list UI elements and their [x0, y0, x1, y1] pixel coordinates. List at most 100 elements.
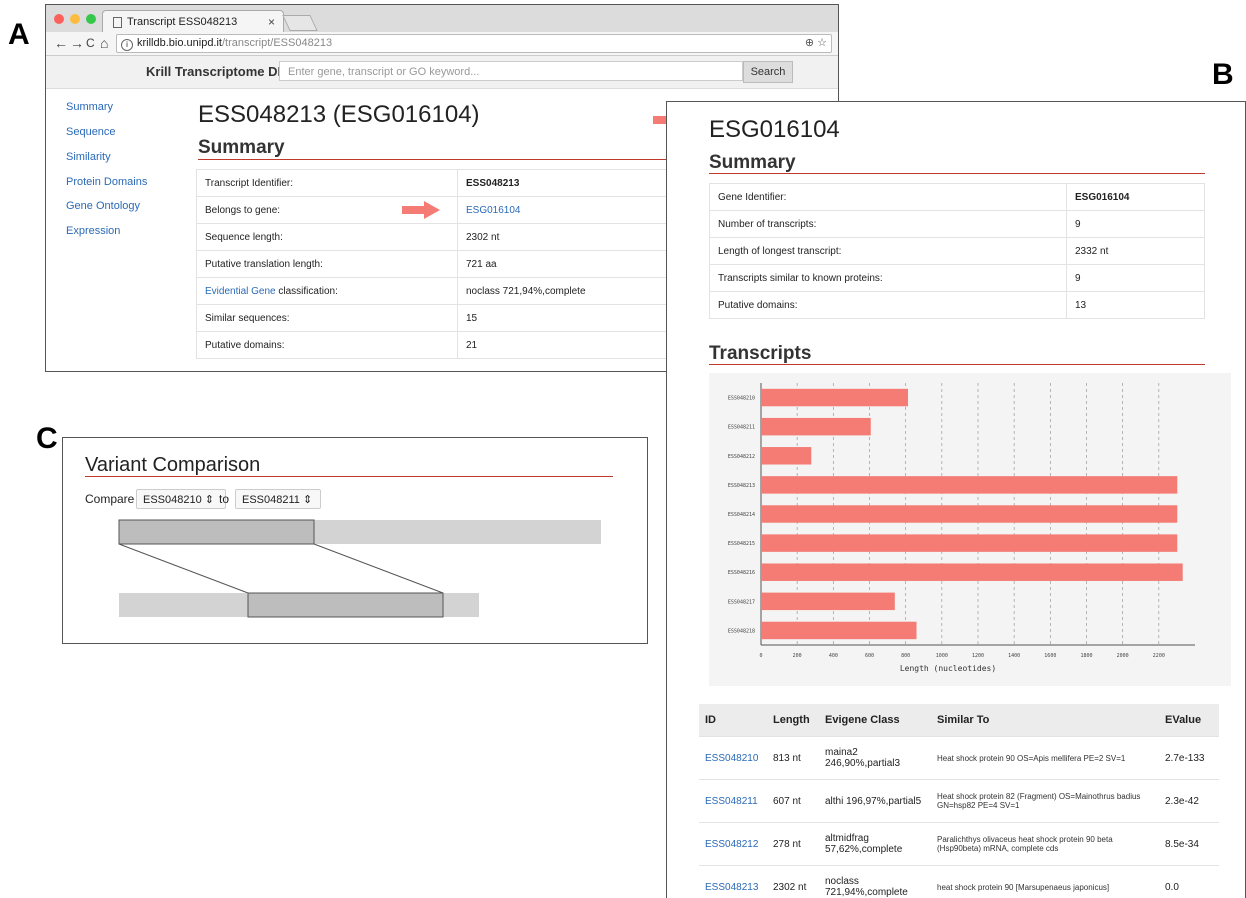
chart-bar	[761, 505, 1177, 522]
category-label: ESS048216	[728, 570, 755, 576]
alignment-link-right	[314, 544, 443, 593]
table-row: Length of longest transcript:2332 nt	[710, 238, 1205, 265]
chart-bar	[761, 534, 1177, 551]
x-tick-label: 1000	[936, 653, 948, 659]
row-value: 13	[1067, 292, 1205, 319]
back-arrow-icon[interactable]: ←	[54, 35, 68, 51]
table-row: ESS048212 278 nt altmidfrag 57,62%,compl…	[699, 823, 1219, 866]
transcript-similar: Heat shock protein 82 (Fragment) OS=Main…	[931, 780, 1159, 823]
url-host: krilldb.bio.unipd.it	[137, 37, 222, 49]
transcript-id-link[interactable]: ESS048210	[699, 737, 767, 780]
x-tick-label: 1200	[972, 653, 984, 659]
col-header-id[interactable]: ID	[699, 704, 767, 737]
chart-bar	[761, 563, 1183, 580]
transcript-evalue: 8.5e-34	[1159, 823, 1219, 866]
table-row: Putative domains:13	[710, 292, 1205, 319]
search-button[interactable]: Search	[743, 61, 793, 83]
table-row: Number of transcripts:9	[710, 211, 1205, 238]
transcript-class: altmidfrag 57,62%,complete	[819, 823, 931, 866]
transcript-length: 607 nt	[767, 780, 819, 823]
forward-arrow-icon[interactable]: →	[70, 35, 84, 51]
transcript-length: 813 nt	[767, 737, 819, 780]
transcript-id-link[interactable]: ESS048213	[699, 866, 767, 898]
sidebar-item-summary[interactable]: Summary	[66, 101, 113, 113]
close-window-dot[interactable]	[54, 14, 64, 24]
gene-title: ESG016104	[709, 116, 840, 144]
sidebar-item-protein-domains[interactable]: Protein Domains	[66, 176, 147, 188]
row-label-rest: classification:	[276, 286, 338, 297]
tab-title: Transcript ESS048213	[127, 11, 237, 33]
table-row: Gene Identifier:ESG016104	[710, 184, 1205, 211]
row-value: 2332 nt	[1067, 238, 1205, 265]
search-input[interactable]: Enter gene, transcript or GO keyword...	[279, 61, 743, 81]
transcript-id-link[interactable]: ESS048211	[699, 780, 767, 823]
transcript-evalue: 2.7e-133	[1159, 737, 1219, 780]
category-label: ESS048215	[728, 541, 755, 547]
col-header-evalue[interactable]: EValue	[1159, 704, 1219, 737]
sidebar-item-similarity[interactable]: Similarity	[66, 151, 111, 163]
col-header-evigene-class[interactable]: Evigene Class	[819, 704, 931, 737]
row-value: ESG016104	[1067, 184, 1205, 211]
section-title-summary: Summary	[709, 152, 796, 174]
row-label: Putative domains:	[710, 292, 1067, 319]
x-tick-label: 200	[793, 653, 802, 659]
new-tab-button[interactable]	[282, 15, 317, 31]
site-brand[interactable]: Krill Transcriptome DB	[146, 64, 287, 79]
transcript-id-link[interactable]: ESS048212	[699, 823, 767, 866]
transcript-class: maina2 246,90%,partial3	[819, 737, 931, 780]
home-icon[interactable]: ⌂	[100, 35, 108, 51]
x-tick-label: 0	[759, 653, 762, 659]
row-label: Number of transcripts:	[710, 211, 1067, 238]
section-title-transcripts: Transcripts	[709, 343, 811, 365]
col-header-similar-to[interactable]: Similar To	[931, 704, 1159, 737]
evidential-gene-link[interactable]: Evidential Gene	[205, 286, 276, 297]
category-label: ESS048217	[728, 599, 755, 605]
url-path: /transcript/ESS048213	[222, 37, 332, 49]
info-icon[interactable]: i	[121, 39, 133, 51]
alignment-link-left	[119, 544, 248, 593]
variant-b-shared-region	[248, 593, 443, 617]
browser-tab[interactable]: Transcript ESS048213 ×	[102, 10, 284, 33]
panel-label-b: B	[1212, 58, 1234, 92]
panel-c-variant-comparison: Variant Comparison Compare ESS048210 ⇕ t…	[62, 437, 648, 644]
sidebar-item-sequence[interactable]: Sequence	[66, 126, 116, 138]
col-header-length[interactable]: Length	[767, 704, 819, 737]
x-axis-label: Length (nucleotides)	[900, 664, 996, 673]
row-label: Sequence length:	[197, 224, 458, 251]
row-label: Length of longest transcript:	[710, 238, 1067, 265]
tab-close-icon[interactable]: ×	[268, 11, 275, 33]
sidebar-item-gene-ontology[interactable]: Gene Ontology	[66, 200, 140, 212]
variant-a-shared-region	[119, 520, 314, 544]
transcript-evalue: 2.3e-42	[1159, 780, 1219, 823]
category-label: ESS048210	[728, 396, 755, 402]
category-label: ESS048213	[728, 483, 755, 489]
row-value: 9	[1067, 265, 1205, 292]
section-rule	[709, 173, 1205, 174]
section-title-summary: Summary	[198, 137, 285, 159]
minimize-window-dot[interactable]	[70, 14, 80, 24]
x-tick-label: 800	[901, 653, 910, 659]
chart-bar	[761, 593, 895, 610]
panel-b-gene-page: ESG016104 Summary Gene Identifier:ESG016…	[666, 101, 1246, 898]
gene-summary-table: Gene Identifier:ESG016104 Number of tran…	[709, 183, 1205, 319]
category-label: ESS048212	[728, 454, 755, 460]
sidebar-item-expression[interactable]: Expression	[66, 225, 120, 237]
transcripts-table: ID Length Evigene Class Similar To EValu…	[699, 704, 1219, 898]
url-field[interactable]: i krilldb.bio.unipd.it/transcript/ESS0482…	[116, 34, 832, 53]
panel-label-c: C	[36, 422, 58, 456]
page-icon	[113, 17, 122, 28]
chart-bar	[761, 476, 1177, 493]
row-label: Transcripts similar to known proteins:	[710, 265, 1067, 292]
reload-icon[interactable]: C	[86, 36, 95, 50]
panel-label-a: A	[8, 18, 30, 52]
maximize-window-dot[interactable]	[86, 14, 96, 24]
row-value: 9	[1067, 211, 1205, 238]
tab-bar: Transcript ESS048213 ×	[46, 5, 838, 32]
table-row: ESS048211 607 nt althi 196,97%,partial5 …	[699, 780, 1219, 823]
chart-svg: ESS048210ESS048211ESS048212ESS048213ESS0…	[709, 373, 1231, 686]
transcript-class: noclass 721,94%,complete	[819, 866, 931, 898]
zoom-bookmark-icons[interactable]: ⊕ ☆	[805, 35, 827, 52]
category-label: ESS048214	[728, 512, 755, 518]
x-tick-label: 2000	[1117, 653, 1129, 659]
transcript-similar: Paralichthys olivaceus heat shock protei…	[931, 823, 1159, 866]
